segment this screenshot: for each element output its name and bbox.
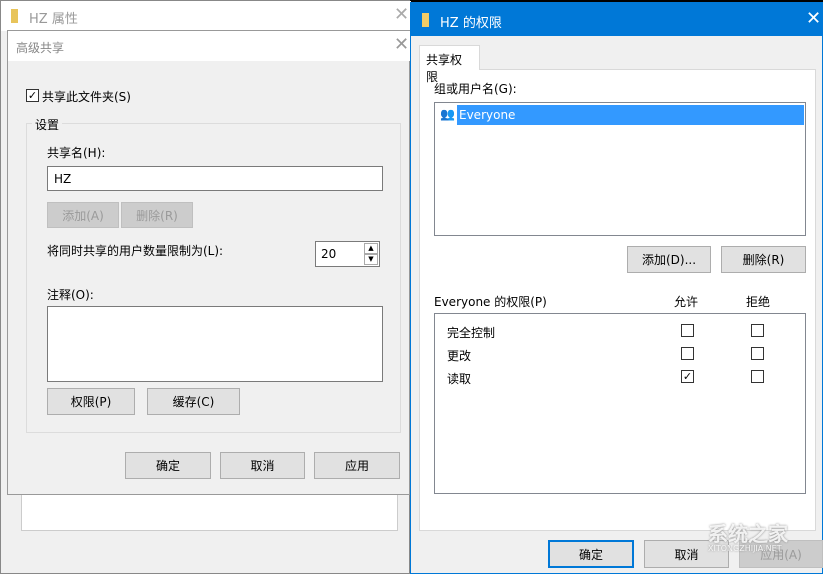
share-folder-label: 共享此文件夹(S)	[42, 90, 131, 104]
window-title: HZ 属性	[29, 12, 78, 27]
comment-textarea[interactable]	[47, 306, 383, 382]
ok-button[interactable]: 确定	[548, 540, 634, 568]
share-name-input[interactable]: HZ	[47, 166, 383, 191]
allow-checkbox[interactable]	[681, 324, 694, 337]
deny-checkbox[interactable]	[751, 324, 764, 337]
dialog-title: HZ 的权限	[440, 16, 502, 31]
advanced-sharing-dialog: 高级共享 ✕ ✓ 共享此文件夹(S) 设置 共享名(H): HZ 添加(A) 删…	[7, 30, 410, 495]
add-button[interactable]: 添加(A)	[47, 202, 119, 228]
group-users-label: 组或用户名(G):	[434, 82, 517, 96]
permission-row-read: 读取 ✓	[435, 368, 805, 388]
permission-name: 读取	[447, 372, 472, 386]
close-icon[interactable]: ✕	[806, 8, 821, 29]
share-name-label: 共享名(H):	[47, 146, 106, 160]
permissions-label: Everyone 的权限(P)	[434, 295, 547, 309]
user-limit-value[interactable]: 20	[321, 247, 336, 261]
watermark-text: 系统之家	[708, 522, 788, 546]
spin-down-icon[interactable]: ▼	[364, 254, 378, 265]
list-item[interactable]: 👥 Everyone	[437, 105, 804, 125]
user-limit-spinner[interactable]: 20 ▲ ▼	[315, 241, 380, 267]
title-bar: HZ 的权限 ✕	[411, 3, 823, 36]
allow-header: 允许	[674, 295, 699, 309]
tab-share-permissions[interactable]: 共享权限	[419, 45, 480, 84]
cache-button[interactable]: 缓存(C)	[147, 388, 240, 415]
cancel-button[interactable]: 取消	[220, 452, 305, 479]
ok-button[interactable]: 确定	[125, 452, 211, 479]
watermark-sub: XITONGZHIJIA.NET	[708, 544, 782, 553]
apply-button[interactable]: 应用	[314, 452, 400, 479]
folder-icon	[422, 13, 429, 27]
permissions-list: 完全控制 更改 读取 ✓	[434, 313, 806, 494]
title-bar: 高级共享 ✕	[8, 31, 410, 61]
comment-label: 注释(O):	[47, 288, 94, 302]
folder-icon	[11, 9, 18, 23]
permissions-dialog: HZ 的权限 ✕ 共享权限 组或用户名(G): 👥 Everyone 添加(D)…	[410, 2, 823, 574]
user-limit-label: 将同时共享的用户数量限制为(L):	[47, 244, 224, 258]
permission-name: 完全控制	[447, 326, 496, 340]
users-listbox[interactable]: 👥 Everyone	[434, 102, 806, 236]
close-icon[interactable]: ✕	[394, 4, 409, 25]
permission-name: 更改	[447, 349, 472, 363]
add-button[interactable]: 添加(D)...	[627, 246, 711, 273]
remove-button[interactable]: 删除(R)	[121, 202, 193, 228]
dialog-title: 高级共享	[16, 41, 65, 55]
deny-checkbox[interactable]	[751, 370, 764, 383]
share-folder-checkbox[interactable]: ✓	[26, 89, 39, 102]
user-name: Everyone	[457, 105, 804, 125]
remove-button[interactable]: 删除(R)	[721, 246, 806, 273]
permission-row-change: 更改	[435, 345, 805, 365]
close-icon[interactable]: ✕	[394, 34, 409, 55]
settings-group-label: 设置	[32, 116, 63, 133]
users-icon: 👥	[440, 107, 455, 121]
permission-row-full-control: 完全控制	[435, 322, 805, 342]
allow-checkbox[interactable]: ✓	[681, 370, 694, 383]
allow-checkbox[interactable]	[681, 347, 694, 360]
spin-up-icon[interactable]: ▲	[364, 243, 378, 254]
deny-header: 拒绝	[746, 295, 771, 309]
permissions-button[interactable]: 权限(P)	[47, 388, 135, 415]
title-bar: HZ 属性 ✕	[1, 1, 411, 31]
deny-checkbox[interactable]	[751, 347, 764, 360]
